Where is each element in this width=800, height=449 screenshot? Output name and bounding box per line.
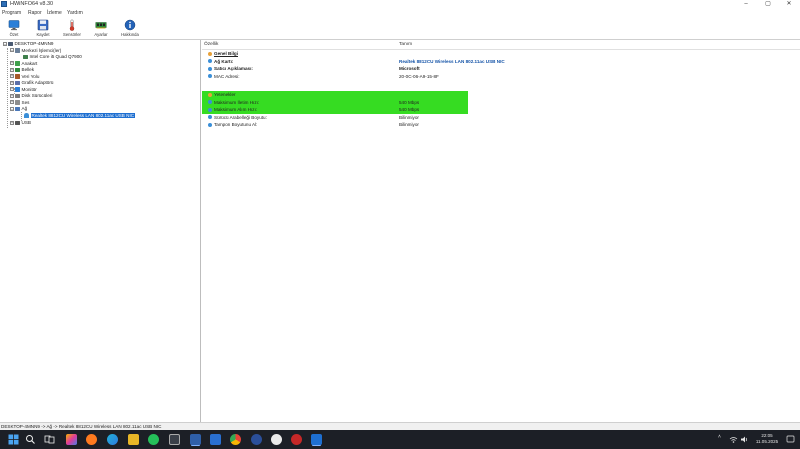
- menu-bar: Program Rapor İzleme Yardım: [0, 9, 800, 17]
- device-tree: – DESKTOP-4MNN9 – Merkezi İşlemci(ler) Int…: [0, 40, 201, 422]
- info-icon: [124, 19, 136, 31]
- tree-item-usb[interactable]: + USB: [10, 120, 31, 127]
- bus-icon: [15, 74, 20, 79]
- detail-row-mac: MAC Adresi: 20-0C-06-A9-15-8F: [202, 73, 800, 81]
- gpu-icon: [15, 80, 20, 86]
- minimize-button[interactable]: –: [735, 0, 757, 9]
- collapse-icon[interactable]: –: [10, 106, 14, 111]
- wifi-icon: [208, 115, 212, 120]
- app-icon: [1, 1, 7, 7]
- wifi-icon: [208, 59, 212, 64]
- detail-row-max-tx: Maksimum İletim Hızı: 540 Mbps: [202, 98, 468, 106]
- window-title: HWiNFO64 v8.30: [10, 1, 54, 7]
- chrome-icon[interactable]: [230, 434, 241, 445]
- detail-row-vendor: Satıcı Açıklaması: Microsoft: [202, 65, 800, 73]
- status-bar: DESKTOP-4MNN9 -> Ağ -> Realtek 8812CU Wi…: [0, 422, 800, 430]
- column-header-description[interactable]: Tanım: [399, 42, 412, 47]
- maximize-button[interactable]: ▢: [757, 0, 779, 9]
- collapse-icon[interactable]: –: [10, 48, 14, 53]
- start-icon[interactable]: [8, 434, 19, 445]
- computer-icon: [8, 41, 13, 47]
- notification-icon[interactable]: [786, 435, 795, 444]
- title-bar: HWiNFO64 v8.30 – ▢ ✕: [0, 0, 800, 9]
- monitor-icon: [15, 87, 20, 92]
- expand-icon[interactable]: +: [10, 74, 14, 79]
- monitor-icon: [8, 20, 20, 31]
- disk-icon: [15, 93, 20, 99]
- store-icon[interactable]: [169, 434, 180, 445]
- about-button[interactable]: Hakkında: [116, 18, 144, 39]
- motherboard-icon: [15, 61, 20, 66]
- photos-app-icon[interactable]: [66, 434, 77, 445]
- thermometer-icon: [69, 19, 75, 31]
- close-button[interactable]: ✕: [778, 0, 800, 9]
- detail-row-driver-buffer: Sürücü Arabelleği Boyutu: Bilinmiyor: [202, 114, 800, 122]
- audio-icon: [15, 100, 20, 105]
- tray-chevron-icon[interactable]: ˄: [718, 434, 721, 440]
- cpu-chip-icon: [23, 54, 28, 60]
- taskbar-clock[interactable]: 22:05 11.05.2025: [752, 433, 782, 445]
- search-icon[interactable]: [25, 434, 36, 445]
- settings-button[interactable]: Ayarlar: [87, 18, 115, 39]
- detail-row-network-card: Ağ Kartı: Realtek 8812CU Wireless LAN 80…: [202, 58, 800, 66]
- firefox-icon[interactable]: [86, 434, 97, 445]
- save-icon: [37, 19, 49, 31]
- snipping-tool-icon[interactable]: [190, 434, 201, 445]
- expand-icon[interactable]: +: [10, 80, 14, 85]
- wifi-tray-icon[interactable]: [729, 435, 738, 444]
- taskbar: ˄ 22:05 11.05.2025: [0, 430, 800, 449]
- summary-button[interactable]: Özet: [0, 18, 28, 39]
- detail-row-capabilities: Yetenekler: [202, 91, 468, 99]
- file-explorer-icon[interactable]: [128, 434, 139, 445]
- tree-item-network-adapter[interactable]: Realtek 8812CU Wireless LAN 802.11ac USB…: [24, 112, 136, 120]
- collapse-icon[interactable]: –: [3, 41, 7, 46]
- expand-icon[interactable]: +: [10, 100, 14, 105]
- menu-program[interactable]: Program: [2, 10, 21, 16]
- app-c-icon[interactable]: [251, 434, 262, 445]
- menu-report[interactable]: Rapor: [28, 10, 42, 16]
- menu-help[interactable]: Yardım: [67, 10, 83, 16]
- wifi-icon: [208, 100, 212, 105]
- wifi-icon: [208, 74, 212, 79]
- wifi-icon: [208, 122, 212, 127]
- volume-icon[interactable]: [740, 435, 749, 444]
- edge-icon[interactable]: [107, 434, 118, 445]
- menu-monitor[interactable]: İzleme: [47, 10, 62, 16]
- status-path: DESKTOP-4MNN9 -> Ağ -> Realtek 8812CU Wi…: [1, 424, 162, 429]
- save-button[interactable]: Kaydet: [29, 18, 57, 39]
- section-icon: [208, 92, 212, 97]
- expand-icon[interactable]: +: [10, 67, 14, 72]
- detail-row-rx-buffer: Tampon Boyutunu Al: Bilinmiyor: [202, 121, 800, 129]
- expand-icon[interactable]: +: [10, 93, 14, 98]
- section-icon: [208, 51, 212, 56]
- detail-pane: Özellik Tanım Genel Bilgi Ağ Kartı: Real…: [202, 40, 800, 422]
- sensors-button[interactable]: Sensörler: [58, 18, 86, 39]
- expand-icon[interactable]: +: [10, 87, 14, 92]
- whatsapp-icon[interactable]: [148, 434, 159, 445]
- outlook-icon[interactable]: [210, 434, 221, 445]
- toolbar: Özet Kaydet Sensörler Ayarlar Hakkında: [0, 17, 800, 40]
- task-view-icon[interactable]: [44, 434, 55, 445]
- expand-icon[interactable]: +: [10, 120, 14, 125]
- network-icon: [15, 106, 20, 112]
- memory-card-icon: [95, 22, 107, 29]
- detail-row-general: Genel Bilgi: [202, 50, 800, 58]
- cpu-icon: [15, 48, 20, 53]
- wifi-icon: [208, 107, 212, 112]
- wifi-icon: [208, 66, 212, 71]
- column-header-feature[interactable]: Özellik: [204, 42, 218, 47]
- expand-icon[interactable]: +: [10, 61, 14, 66]
- detail-row-max-rx: Maksimum Alım Hızı: 540 Mbps: [202, 106, 468, 114]
- chatgpt-icon[interactable]: [271, 434, 282, 445]
- wifi-icon: [24, 113, 29, 118]
- hwinfo-taskbar-icon[interactable]: [311, 434, 322, 445]
- usb-icon: [15, 120, 20, 126]
- memory-icon: [15, 67, 20, 73]
- app-red-icon[interactable]: [291, 434, 302, 445]
